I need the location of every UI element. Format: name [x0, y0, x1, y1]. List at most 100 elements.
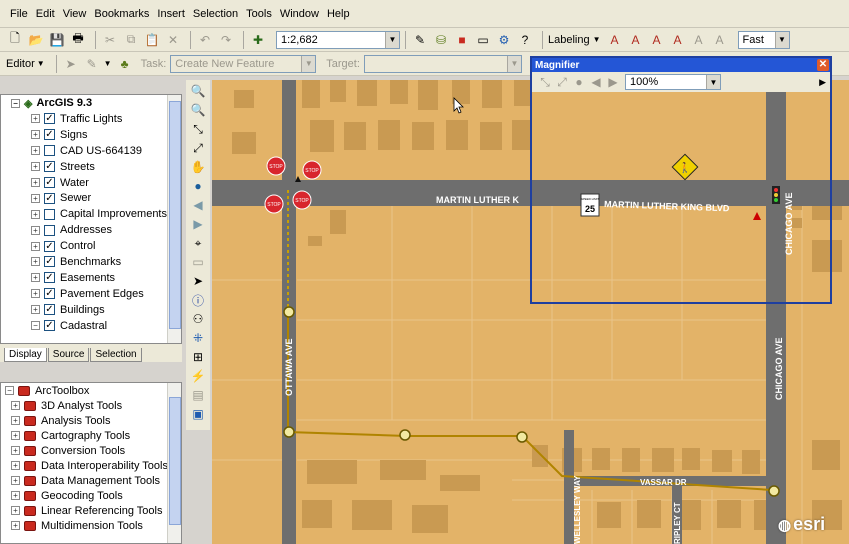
scroll-thumb[interactable] [169, 101, 181, 329]
edit-tool-icon[interactable]: ➤ [62, 55, 80, 73]
fixed-zoom-in-icon[interactable]: ⤡ [189, 120, 207, 138]
layer-row[interactable]: + ✓ Traffic Lights [1, 111, 181, 127]
full-extent-icon[interactable]: ● [572, 73, 586, 91]
layer-visibility-checkbox[interactable]: ✓ [44, 192, 55, 204]
expand-icon[interactable]: + [31, 178, 40, 187]
layer-row[interactable]: + Addresses [1, 222, 181, 238]
chevron-down-icon[interactable]: ▼ [301, 55, 316, 72]
magnifier-window[interactable]: Magnifier ✕ ⤡ ⤢ ● ◀ ▶ 100% ▼ ▶ [530, 56, 832, 304]
toolbox-item[interactable]: + Conversion Tools [1, 443, 181, 458]
expand-icon[interactable]: + [31, 209, 40, 219]
layer-row[interactable]: + Capital Improvements [1, 206, 181, 222]
expand-icon[interactable]: + [11, 476, 20, 485]
chevron-down-icon[interactable]: ▼ [37, 59, 45, 68]
layer-row[interactable]: + ✓ Signs [1, 127, 181, 143]
tab-display[interactable]: Display [4, 348, 47, 362]
layer-row[interactable]: + ✓ Streets [1, 159, 181, 175]
scroll-thumb[interactable] [169, 397, 181, 525]
toolbox-item[interactable]: + Linear Referencing Tools [1, 503, 181, 518]
toolbox-item[interactable]: + Data Management Tools [1, 473, 181, 488]
task-combo[interactable]: Create New Feature ▼ [170, 54, 317, 73]
expand-icon[interactable]: + [11, 506, 20, 515]
zoom-in-icon[interactable]: 🔍 [189, 82, 207, 100]
layer-visibility-checkbox[interactable]: ✓ [44, 288, 55, 300]
label-manager-icon[interactable]: A [606, 31, 624, 49]
time-slider-icon[interactable]: ▣ [189, 405, 207, 423]
layer-visibility-checkbox[interactable]: ✓ [44, 256, 55, 268]
label-weights-icon[interactable]: A [648, 31, 666, 49]
cut-icon[interactable]: ✂ [101, 31, 119, 49]
go-to-xy-icon[interactable]: ⌖ [189, 234, 207, 252]
expand-icon[interactable]: + [31, 273, 40, 283]
menu-view[interactable]: View [59, 8, 91, 20]
menu-help[interactable]: Help [323, 8, 354, 20]
layer-row[interactable]: + ✓ Sewer [1, 190, 181, 206]
arctoolbox-scrollbar[interactable] [167, 383, 181, 543]
new-document-icon[interactable]: 🗋 [6, 31, 24, 49]
layer-visibility-checkbox[interactable] [44, 208, 55, 220]
layer-visibility-checkbox[interactable]: ✓ [44, 240, 55, 252]
hyperlink-icon[interactable]: ⚡ [189, 367, 207, 385]
toc-scrollbar[interactable] [167, 95, 181, 343]
menu-bookmarks[interactable]: Bookmarks [90, 8, 153, 20]
editor-menu[interactable]: Editor [6, 58, 35, 70]
pan-hand-icon[interactable]: ✋ [189, 158, 207, 176]
toc-root[interactable]: − ◈ ArcGIS 9.3 [1, 95, 181, 111]
menu-tools[interactable]: Tools [242, 8, 276, 20]
chevron-down-icon[interactable]: ▼ [506, 55, 521, 72]
chevron-down-icon[interactable]: ▼ [385, 31, 399, 48]
layer-row[interactable]: − ✓ Cadastral [1, 318, 181, 334]
map-scale-combo[interactable]: 1:2,682 ▼ [276, 30, 400, 49]
layer-row[interactable]: + ✓ Benchmarks [1, 254, 181, 270]
layer-row[interactable]: + ✓ Easements [1, 270, 181, 286]
toolbox-item[interactable]: + Cartography Tools [1, 428, 181, 443]
command-line-icon[interactable]: ▭ [474, 31, 492, 49]
expand-icon[interactable]: + [31, 257, 40, 267]
paste-icon[interactable]: 📋 [143, 31, 161, 49]
expand-icon[interactable]: + [11, 416, 20, 425]
layer-row[interactable]: + ✓ Water [1, 175, 181, 191]
html-popup-icon[interactable]: ▤ [189, 386, 207, 404]
layer-visibility-checkbox[interactable]: ✓ [44, 129, 55, 141]
forward-extent-icon[interactable]: ▶ [189, 215, 207, 233]
layer-visibility-checkbox[interactable]: ✓ [44, 304, 55, 316]
attributes-icon[interactable]: ♣ [116, 55, 134, 73]
delete-icon[interactable]: ✕ [164, 31, 182, 49]
labeling-quality-combo[interactable]: Fast ▼ [737, 30, 790, 49]
expand-icon[interactable]: + [31, 241, 40, 251]
labeling-menu[interactable]: Labeling [548, 34, 590, 46]
model-builder-icon[interactable]: ⚙ [495, 31, 513, 49]
open-folder-icon[interactable]: 📂 [27, 31, 45, 49]
chevron-down-icon[interactable]: ▼ [774, 31, 789, 48]
expand-icon[interactable]: + [11, 491, 20, 500]
identify-icon[interactable]: ⓘ [189, 291, 207, 309]
expand-icon[interactable]: + [11, 401, 20, 410]
label-priority-icon[interactable]: A [627, 31, 645, 49]
go-to-xy-marker-icon[interactable]: ⁜ [189, 329, 207, 347]
save-icon[interactable]: 💾 [48, 31, 66, 49]
redo-icon[interactable]: ↷ [217, 31, 235, 49]
expand-icon[interactable]: + [31, 225, 40, 235]
editor-toolbar-icon[interactable]: ✎ [411, 31, 429, 49]
forward-arrow-icon[interactable]: ▶ [606, 73, 620, 91]
select-features-icon[interactable]: ➤ [189, 272, 207, 290]
back-extent-icon[interactable]: ◀ [189, 196, 207, 214]
measure-icon[interactable]: ⊞ [189, 348, 207, 366]
pause-labeling-icon[interactable]: A [690, 31, 708, 49]
select-elements-icon[interactable]: ▭ [189, 253, 207, 271]
back-arrow-icon[interactable]: ◀ [589, 73, 603, 91]
add-data-icon[interactable]: ✚ [249, 31, 267, 49]
close-icon[interactable]: ✕ [817, 59, 829, 71]
layer-visibility-checkbox[interactable]: ✓ [44, 113, 55, 125]
chevron-down-icon[interactable]: ▼ [104, 59, 112, 68]
help-pointer-icon[interactable]: ? [516, 31, 534, 49]
expand-icon[interactable]: + [31, 305, 40, 315]
magnifier-zoom-combo[interactable]: 100% ▼ [625, 74, 721, 90]
chevron-down-icon[interactable]: ▼ [593, 35, 601, 44]
menu-window[interactable]: Window [276, 8, 323, 20]
tab-selection[interactable]: Selection [90, 348, 142, 362]
magnifier-menu-arrow-icon[interactable]: ▶ [819, 77, 826, 88]
expand-icon[interactable]: + [31, 146, 40, 156]
layer-visibility-checkbox[interactable]: ✓ [44, 320, 55, 332]
expand-icon[interactable]: + [11, 521, 20, 530]
